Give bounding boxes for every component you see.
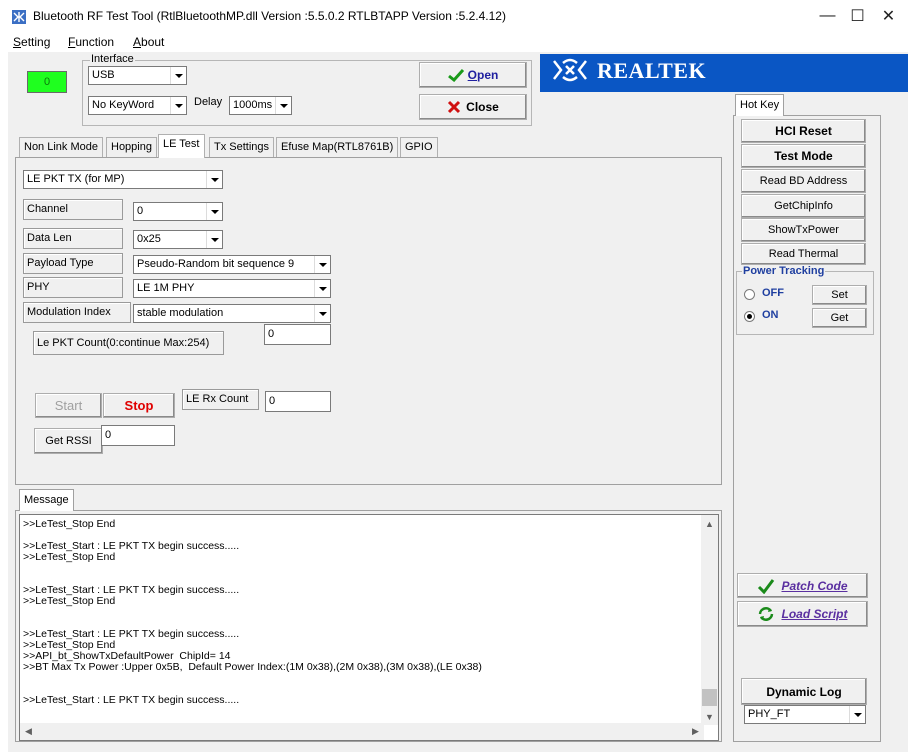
start-button[interactable]: Start (35, 393, 102, 418)
menu-about[interactable]: About (133, 35, 164, 49)
interface-port-select[interactable]: USB (88, 66, 187, 85)
chevron-down-icon (206, 231, 222, 248)
modulation-label: Modulation Index (23, 302, 131, 323)
open-button[interactable]: Open (419, 62, 527, 88)
show-tx-power-button[interactable]: ShowTxPower (741, 218, 866, 242)
phy-select[interactable]: LE 1M PHY (133, 279, 331, 298)
log-level-select[interactable]: PHY_FT (744, 705, 866, 724)
load-script-button[interactable]: Load Script (737, 601, 868, 627)
tab-gpio[interactable]: GPIO (400, 137, 438, 157)
rssi-input[interactable]: 0 (101, 425, 175, 446)
tab-message[interactable]: Message (19, 489, 74, 511)
message-line: >>LeTest_Start : LE PKT TX begin success… (23, 540, 240, 552)
message-line: >>LeTest_Stop End (23, 551, 116, 563)
check-icon (447, 68, 464, 82)
app-icon (12, 10, 26, 24)
tab-non-link-mode[interactable]: Non Link Mode (19, 137, 103, 157)
rx-count-input[interactable]: 0 (265, 391, 331, 412)
message-line (23, 563, 703, 574)
tab-le-test[interactable]: LE Test (158, 134, 205, 158)
datalen-label: Data Len (23, 228, 123, 249)
load-script-label: Load Script (781, 607, 848, 621)
chevron-down-icon (849, 706, 865, 723)
keyword-select[interactable]: No KeyWord (88, 96, 187, 115)
x-icon (448, 100, 461, 114)
check-icon (758, 578, 775, 594)
chevron-down-icon (170, 67, 186, 84)
read-thermal-button[interactable]: Read Thermal (741, 243, 866, 265)
message-line: >>LeTest_Start : LE PKT TX begin success… (23, 628, 240, 640)
delay-label: Delay (194, 96, 223, 108)
scroll-up-icon[interactable]: ▲ (701, 515, 718, 532)
tab-hot-key[interactable]: Hot Key (735, 94, 785, 116)
chevron-down-icon (206, 203, 222, 220)
close-button[interactable]: Close (419, 94, 527, 120)
pkt-count-label: Le PKT Count(0:continue Max:254) (33, 331, 224, 355)
close-window-button[interactable]: ✕ (866, 0, 911, 32)
read-bd-address-button[interactable]: Read BD Address (741, 169, 866, 193)
power-tracking-set-button[interactable]: Set (812, 285, 867, 305)
get-chip-info-button[interactable]: GetChipInfo (741, 194, 866, 218)
message-line: >>LeTest_Stop End (23, 518, 116, 530)
vertical-scrollbar[interactable]: ▲ ▼ (701, 515, 718, 725)
window-title: Bluetooth RF Test Tool (RtlBluetoothMP.d… (33, 9, 506, 23)
tab-hopping[interactable]: Hopping (106, 137, 157, 157)
open-button-label: pen (477, 68, 499, 82)
stop-button[interactable]: Stop (103, 393, 175, 418)
power-tracking-on-radio[interactable] (744, 311, 755, 322)
message-line (23, 673, 703, 684)
power-tracking-get-button[interactable]: Get (812, 308, 867, 328)
scroll-right-icon[interactable]: ▶ (687, 723, 704, 740)
chevron-down-icon (170, 97, 186, 114)
interface-legend: Interface (90, 53, 135, 65)
tab-efuse-map[interactable]: Efuse Map(RTL8761B) (276, 137, 399, 157)
power-tracking-on-label: ON (762, 309, 779, 321)
menu-function[interactable]: Function (68, 35, 114, 49)
scroll-thumb[interactable] (702, 689, 717, 706)
chevron-down-icon (206, 171, 222, 188)
tab-tx-settings[interactable]: Tx Settings (209, 137, 275, 157)
message-log[interactable]: >>LeTest_Stop End >>LeTest_Start : LE PK… (19, 514, 719, 741)
patch-code-label: Patch Code (781, 578, 848, 593)
status-lamp: 0 (27, 71, 67, 93)
le-mode-select[interactable]: LE PKT TX (for MP) (23, 170, 223, 189)
phy-label: PHY (23, 277, 123, 298)
chevron-down-icon (314, 256, 330, 273)
realtek-logo-text: REALTEK (597, 58, 707, 83)
message-line: >>BT Max Tx Power :Upper 0x5B, Default P… (23, 661, 482, 673)
chevron-down-icon (275, 97, 291, 114)
power-tracking-legend: Power Tracking (742, 265, 826, 277)
channel-label: Channel (23, 199, 123, 220)
channel-select[interactable]: 0 (133, 202, 223, 221)
message-line (23, 607, 703, 618)
scroll-left-icon[interactable]: ◀ (20, 723, 37, 740)
chevron-down-icon (314, 305, 330, 322)
power-tracking-off-radio[interactable] (744, 289, 755, 300)
menu-setting[interactable]: Setting (13, 35, 50, 49)
chevron-down-icon (314, 280, 330, 297)
dynamic-log-button[interactable]: Dynamic Log (741, 678, 867, 705)
menu-bar: Setting Function About (0, 32, 917, 52)
datalen-select[interactable]: 0x25 (133, 230, 223, 249)
message-line: >>LeTest_Start : LE PKT TX begin success… (23, 694, 240, 706)
delay-select[interactable]: 1000ms (229, 96, 292, 115)
hci-reset-button[interactable]: HCI Reset (741, 119, 866, 143)
realtek-banner (540, 54, 908, 92)
message-line: >>LeTest_Start : LE PKT TX begin success… (23, 584, 240, 596)
power-tracking-off-label: OFF (762, 287, 784, 299)
payload-label: Payload Type (23, 253, 123, 274)
message-line: >>LeTest_Stop End (23, 595, 116, 607)
message-lines: >>LeTest_Stop End >>LeTest_Start : LE PK… (23, 519, 703, 706)
patch-code-button[interactable]: Patch Code (737, 573, 868, 598)
modulation-select[interactable]: stable modulation (133, 304, 331, 323)
horizontal-scrollbar[interactable]: ◀ ▶ (20, 723, 704, 740)
rx-count-label: LE Rx Count (182, 389, 259, 410)
close-button-label: Close (466, 100, 499, 114)
refresh-icon (759, 607, 774, 621)
pkt-count-input[interactable]: 0 (264, 324, 331, 345)
realtek-logo-icon (553, 58, 587, 82)
payload-select[interactable]: Pseudo-Random bit sequence 9 (133, 255, 331, 274)
get-rssi-button[interactable]: Get RSSI (34, 428, 103, 454)
test-mode-button[interactable]: Test Mode (741, 144, 866, 168)
